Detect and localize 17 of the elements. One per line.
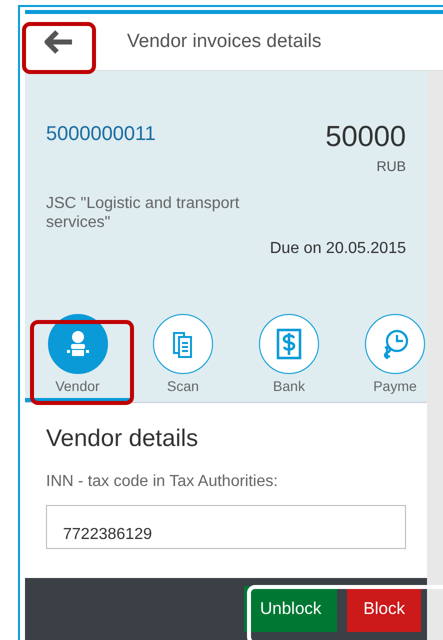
vendor-name: JSC "Logistic and transport services" xyxy=(46,194,240,232)
due-date: Due on 20.05.2015 xyxy=(268,240,406,258)
input-field[interactable]: 7722386129 xyxy=(46,505,406,549)
block-button[interactable]: Block xyxy=(347,586,421,632)
back-arrow-icon xyxy=(44,30,74,54)
page-title: Vendor invoices details xyxy=(127,31,322,53)
section-title: Vendor details xyxy=(46,425,200,453)
field-label: INN - tax code in Tax Authorities: xyxy=(46,473,279,491)
dollar-icon xyxy=(275,328,303,360)
tab[interactable]: Vendor xyxy=(25,306,130,402)
tab[interactable]: Scan xyxy=(130,306,236,402)
unblock-button[interactable]: Unblock xyxy=(244,586,338,632)
currency: RUB xyxy=(375,158,406,174)
invoice-amount: 50000 xyxy=(325,121,406,154)
invoice-number: 5000000011 xyxy=(46,123,156,146)
tab[interactable]: Payme xyxy=(342,306,427,402)
tab[interactable]: Bank xyxy=(236,306,342,402)
